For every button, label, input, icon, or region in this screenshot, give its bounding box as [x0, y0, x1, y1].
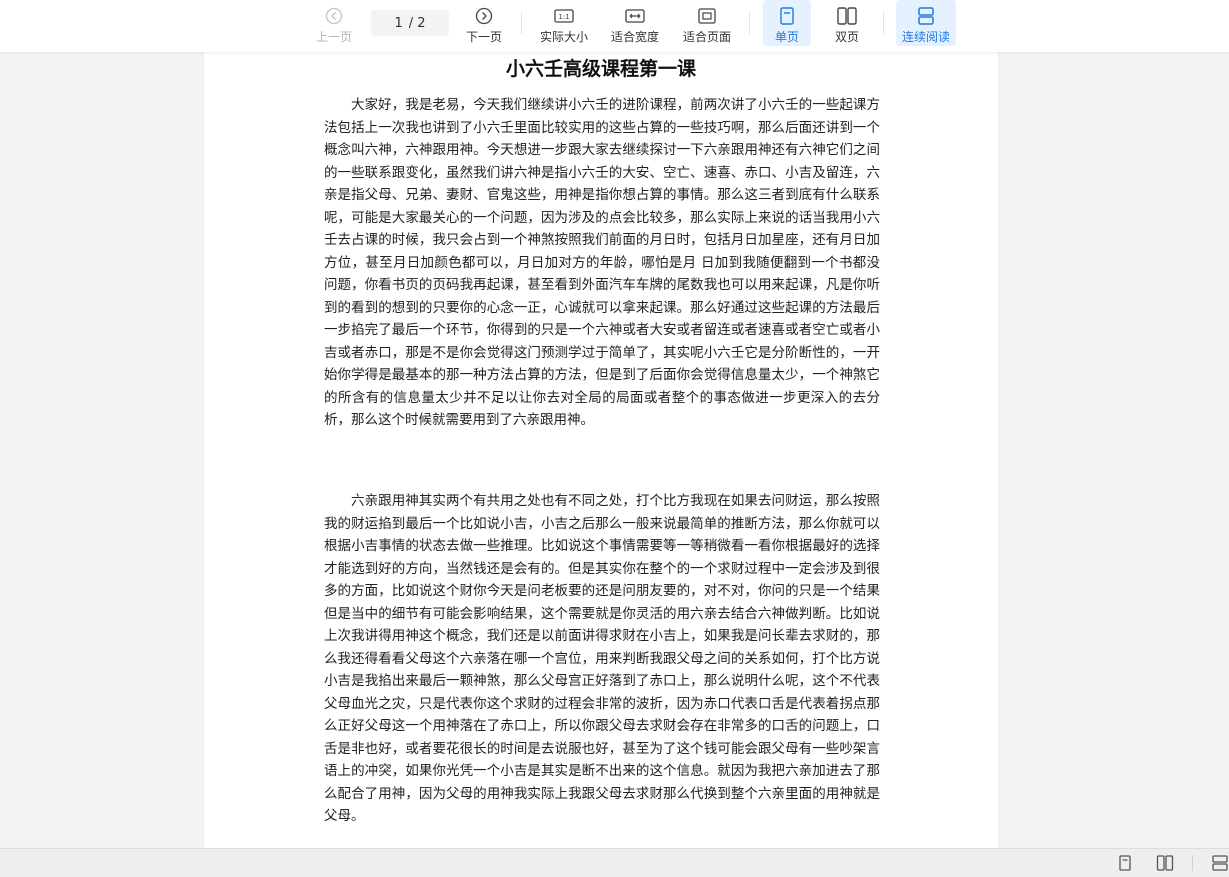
page-number-box[interactable]: 1 / 2	[371, 10, 449, 36]
prev-page-button[interactable]: 上一页	[312, 0, 356, 46]
continuous-read-label: 连续阅读	[901, 30, 950, 44]
actual-size-button[interactable]: 1:1 实际大小	[536, 0, 592, 46]
prev-page-label: 上一页	[315, 30, 352, 44]
current-page-input[interactable]: 1	[394, 16, 402, 31]
fit-width-label: 适合宽度	[610, 30, 659, 44]
paragraph-1: 大家好，我是老易，今天我们继续讲小六壬的进阶课程，前两次讲了小六壬的一些起课方法…	[324, 97, 880, 428]
double-page-button[interactable]: 双页	[823, 0, 871, 46]
status-divider	[1192, 855, 1193, 871]
fit-width-button[interactable]: 适合宽度	[607, 0, 663, 46]
arrow-left-circle-icon	[325, 7, 343, 25]
continuous-read-icon	[917, 7, 935, 25]
fit-page-icon	[697, 7, 717, 25]
toolbar-divider	[883, 12, 884, 34]
double-page-view-icon[interactable]	[1156, 854, 1174, 872]
double-page-label: 双页	[834, 30, 859, 44]
toolbar-divider	[521, 12, 522, 34]
fit-page-button[interactable]: 适合页面	[679, 0, 735, 46]
toolbar: 上一页 1 / 2 下一页 1:1 实际大小 适合宽度 适合页面 单页 双页 连…	[0, 0, 1229, 52]
paragraph-2: 六亲跟用神其实两个有共用之处也有不同之处，打个比方我现在如果去问财运，那么按照我…	[324, 493, 880, 824]
continuous-view-icon[interactable]	[1211, 854, 1229, 872]
actual-size-icon: 1:1	[554, 7, 574, 25]
status-bar	[0, 848, 1229, 877]
total-pages: / 2	[408, 15, 426, 31]
single-page-icon	[779, 7, 795, 25]
single-page-button[interactable]: 单页	[763, 0, 811, 46]
svg-text:1:1: 1:1	[558, 13, 569, 21]
arrow-right-circle-icon	[475, 7, 493, 25]
next-page-label: 下一页	[465, 30, 502, 44]
document-title: 小六壬高级课程第一课	[505, 58, 696, 80]
fit-width-icon	[625, 7, 645, 25]
document-page: 小六壬高级课程第一课 大家好，我是老易，今天我们继续讲小六壬的进阶课程，前两次讲…	[204, 52, 998, 852]
double-page-icon	[837, 7, 857, 25]
fit-page-label: 适合页面	[682, 30, 731, 44]
actual-size-label: 实际大小	[539, 30, 588, 44]
toolbar-divider	[749, 12, 750, 34]
single-page-label: 单页	[774, 30, 799, 44]
next-page-button[interactable]: 下一页	[462, 0, 506, 46]
single-page-view-icon[interactable]	[1117, 854, 1135, 872]
continuous-read-button[interactable]: 连续阅读	[896, 0, 956, 46]
